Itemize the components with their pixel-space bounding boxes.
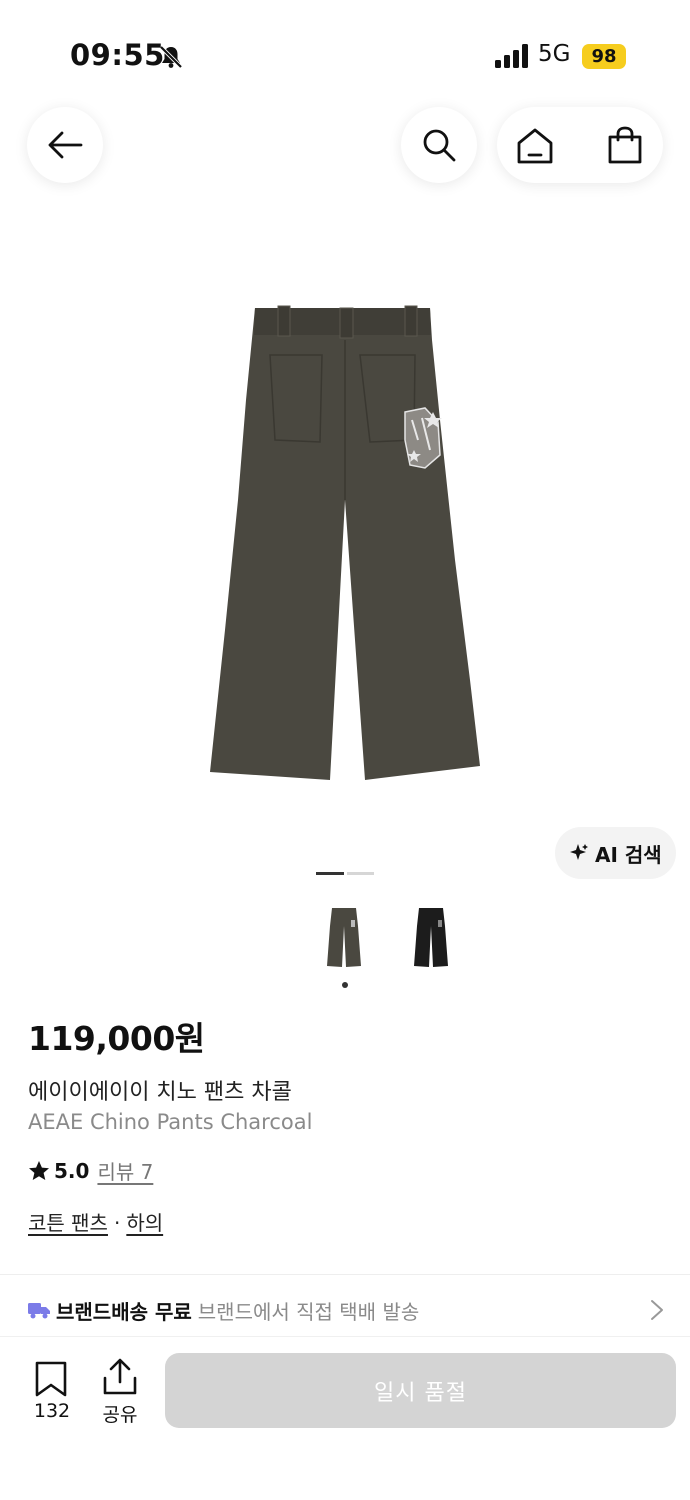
share-icon[interactable] <box>102 1358 138 1396</box>
ai-search-label: AI 검색 <box>595 842 662 867</box>
rating-value: 5.0 <box>54 1158 90 1183</box>
product-name-korean: 에이이에이이 치노 팬츠 차콜 <box>28 1080 292 1105</box>
home-bag-group <box>497 107 663 183</box>
share-label: 공유 <box>102 1404 138 1426</box>
category-link-cotton-pants[interactable]: 코튼 팬츠 <box>28 1211 108 1235</box>
shopping-bag-icon[interactable] <box>606 125 644 165</box>
bookmark-icon[interactable] <box>34 1361 68 1397</box>
bookmark-count: 132 <box>33 1400 71 1422</box>
review-link[interactable]: 리뷰 7 <box>97 1156 153 1185</box>
category-breadcrumb: 코튼 팬츠 · 하의 <box>28 1207 163 1236</box>
delivery-title: 브랜드배송 무료 <box>56 1299 192 1324</box>
sold-out-button[interactable]: 일시 품절 <box>165 1353 676 1428</box>
section-divider <box>0 1274 690 1275</box>
product-name-english: AEAE Chino Pants Charcoal <box>28 1110 313 1134</box>
bell-off-icon <box>159 45 183 69</box>
search-icon <box>423 129 456 162</box>
truck-icon <box>28 1303 50 1319</box>
battery-level: 98 <box>582 44 626 69</box>
signal-icon <box>495 44 528 68</box>
ai-search-button[interactable]: AI 검색 <box>555 827 676 879</box>
star-icon <box>29 1160 49 1180</box>
gallery-indicator-active <box>316 872 344 875</box>
back-button[interactable] <box>27 107 103 183</box>
product-image[interactable] <box>200 300 490 790</box>
category-separator: · <box>113 1211 121 1235</box>
color-thumbnail-charcoal[interactable] <box>326 906 362 968</box>
delivery-info-row[interactable]: 브랜드배송 무료 브랜드에서 직접 택배 발송 <box>28 1290 668 1330</box>
network-type: 5G <box>538 41 571 67</box>
status-time: 09:55 <box>70 38 165 72</box>
chevron-right-icon <box>651 1300 663 1320</box>
back-arrow-icon <box>48 131 83 159</box>
color-thumbnail-black[interactable] <box>413 906 449 968</box>
category-link-bottoms[interactable]: 하의 <box>126 1211 163 1235</box>
sparkle-icon <box>570 844 588 860</box>
status-bar: 09:55 5G 98 <box>0 0 690 110</box>
selected-color-dot <box>342 982 348 988</box>
product-price: 119,000원 <box>28 1019 205 1058</box>
rating-row: 5.0 리뷰 7 <box>28 1156 153 1185</box>
home-icon[interactable] <box>515 126 555 166</box>
search-button[interactable] <box>401 107 477 183</box>
delivery-description: 브랜드에서 직접 택배 발송 <box>197 1299 420 1324</box>
gallery-indicator-inactive <box>347 872 374 875</box>
